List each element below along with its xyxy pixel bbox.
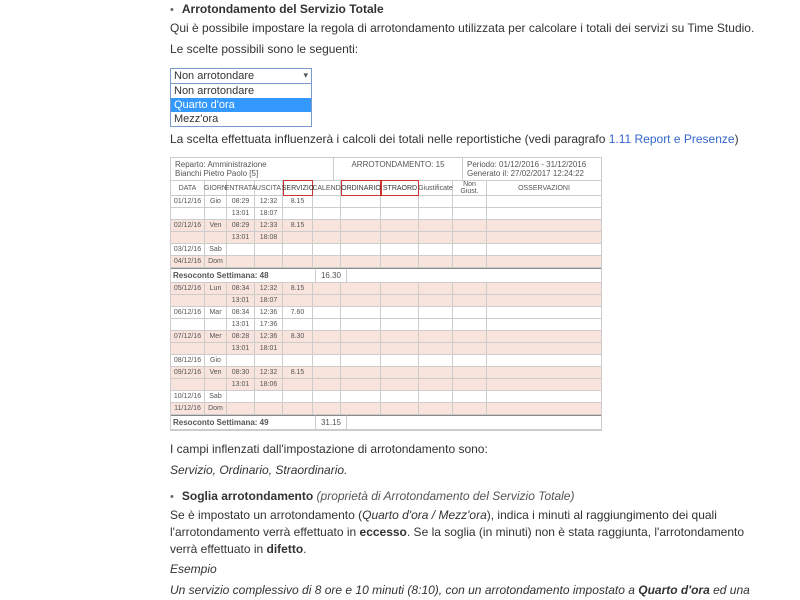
- table-reparto: Reparto: Amministrazione: [175, 160, 329, 169]
- summary2-label: Resoconto Settimana: 49: [171, 415, 316, 429]
- table-row: 13:0118:06: [171, 379, 601, 391]
- summary1-val: 16.30: [316, 268, 347, 282]
- table-row: 11/12/16Dom: [171, 403, 601, 415]
- section-heading-row: • Arrotondamento del Servizio Totale: [170, 2, 760, 16]
- table-row: 06/12/16Mar08:3412:367.60: [171, 307, 601, 319]
- note-post: ): [735, 132, 739, 146]
- table-row: 05/12/16Lun08:3412:328.15: [171, 283, 601, 295]
- report-table: Reparto: Amministrazione Bianchi Pietro …: [170, 157, 602, 431]
- table-arr: ARROTONDAMENTO: 15: [334, 158, 463, 180]
- bullet-icon: •: [170, 491, 174, 503]
- note-pre: La scelta effettuata influenzerà i calco…: [170, 132, 609, 146]
- table-periodo: Periodo: 01/12/2016 - 31/12/2016: [467, 160, 597, 169]
- table-column-headers: DATA GIORN ENTRATA USCITA SERVIZIO CALEN…: [171, 181, 601, 196]
- th-oss: OSSERVAZIONI: [487, 181, 601, 195]
- table-header-meta: Reparto: Amministrazione Bianchi Pietro …: [171, 158, 601, 181]
- section2-esempio: Esempio: [170, 561, 760, 578]
- table-row: 09/12/16Ven08:3012:328.15: [171, 367, 601, 379]
- table-generato: Generato il: 27/02/2017 12:24:22: [467, 169, 597, 178]
- table-summary-row: Resoconto Settimana: 48 16.30: [171, 268, 601, 283]
- table-row: 13:0118:07: [171, 295, 601, 307]
- table-row: 13:0118:07: [171, 208, 601, 220]
- table-row: 13:0118:01: [171, 343, 601, 355]
- table-row: 08/12/16Gio: [171, 355, 601, 367]
- th-nongiust: Non Giust.: [453, 181, 487, 195]
- fields-list: Servizio, Ordinario, Straordinario.: [170, 462, 760, 479]
- section2-prop: (proprietà di Arrotondamento del Servizi…: [317, 489, 575, 503]
- dropdown-header[interactable]: Non arrotondare ▾: [171, 69, 311, 84]
- rounding-dropdown[interactable]: Non arrotondare ▾ Non arrotondare Quarto…: [170, 68, 312, 127]
- section1-note: La scelta effettuata influenzerà i calco…: [170, 131, 760, 148]
- th-ordinario: ORDINARIO: [341, 180, 381, 196]
- table-row: 07/12/16Mer08:2812:368.30: [171, 331, 601, 343]
- report-link[interactable]: 1.11 Report e Presenze: [609, 132, 735, 146]
- table-bianchi: Bianchi Pietro Paolo [5]: [175, 169, 329, 178]
- dropdown-selected: Non arrotondare: [174, 70, 254, 82]
- bullet-icon: •: [170, 4, 174, 16]
- dropdown-option-half[interactable]: Mezz'ora: [171, 112, 311, 126]
- table-row: 01/12/16Gio08:2912:328.15: [171, 196, 601, 208]
- th-data: DATA: [171, 181, 205, 195]
- table-row: 13:0118:08: [171, 232, 601, 244]
- chevron-down-icon: ▾: [303, 70, 308, 81]
- table-row: 03/12/16Sab: [171, 244, 601, 256]
- th-entrata: ENTRATA: [227, 181, 255, 195]
- section2-ex1: Un servizio complessivo di 8 ore e 10 mi…: [170, 582, 760, 600]
- section1-intro1: Qui è possibile impostare la regola di a…: [170, 20, 760, 37]
- th-giust: Giustificate: [419, 181, 453, 195]
- th-servizio: SERVIZIO: [283, 180, 313, 196]
- section2-p1: Se è impostato un arrotondamento (Quarto…: [170, 507, 760, 557]
- summary1-label: Resoconto Settimana: 48: [171, 268, 316, 282]
- table-summary-row: Resoconto Settimana: 49 31.15: [171, 415, 601, 430]
- section1-intro2: Le scelte possibili sono le seguenti:: [170, 41, 760, 58]
- section1-title: Arrotondamento del Servizio Totale: [182, 2, 384, 16]
- section2-title: Soglia arrotondamento: [182, 489, 313, 503]
- section2-heading-row: • Soglia arrotondamento (proprietà di Ar…: [170, 489, 760, 503]
- fields-intro: I campi inflenzati dall'impostazione di …: [170, 441, 760, 458]
- dropdown-option-none[interactable]: Non arrotondare: [171, 84, 311, 98]
- dropdown-option-quarter[interactable]: Quarto d'ora: [171, 98, 311, 112]
- table-row: 13:0117:36: [171, 319, 601, 331]
- th-straord: STRAORD: [381, 180, 419, 196]
- th-calend: CALEND: [313, 181, 341, 195]
- table-row: 02/12/16Ven08:2912:338.15: [171, 220, 601, 232]
- table-row: 10/12/16Sab: [171, 391, 601, 403]
- table-row: 04/12/16Dom: [171, 256, 601, 268]
- summary2-val: 31.15: [316, 415, 347, 429]
- th-giorn: GIORN: [205, 181, 227, 195]
- th-uscita: USCITA: [255, 181, 283, 195]
